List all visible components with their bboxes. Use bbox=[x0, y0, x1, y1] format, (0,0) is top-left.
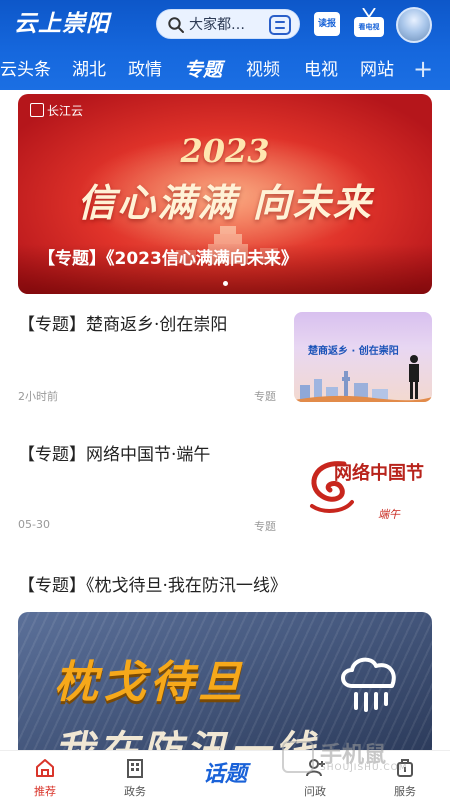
feature-title[interactable]: 【专题】《枕戈待旦·我在防汛一线》 bbox=[18, 573, 287, 599]
feature-image[interactable]: 枕戈待旦 我在防汛一线 bbox=[18, 612, 432, 750]
rain-cloud-icon bbox=[341, 657, 396, 712]
news-time: 05-30 bbox=[18, 518, 50, 531]
banner-year: 2023 bbox=[180, 132, 270, 170]
news-title: 【专题】楚商返乡·创在崇阳 bbox=[18, 315, 228, 335]
app-header: 云上崇阳 大家都… 读报 看电视 云头条 湖北 政情 专题 视频 电视 网站 + bbox=[0, 0, 450, 90]
nav-government[interactable]: 政务 bbox=[100, 751, 170, 800]
nav-label: 推荐 bbox=[34, 785, 56, 798]
nav-label: 政务 bbox=[124, 785, 146, 798]
nav-label: 问政 bbox=[304, 785, 326, 798]
tv-screen: 看电视 bbox=[354, 17, 384, 37]
brand-watermark: 长江云 bbox=[30, 102, 83, 120]
tv-icon[interactable]: 看电视 bbox=[352, 8, 386, 42]
thumbnail-text: 楚商返乡 · 创在崇阳 bbox=[308, 346, 399, 357]
feature-image-title: 枕戈待旦 bbox=[54, 657, 246, 708]
site-watermark: 手机鼠 SHOUJISHU.COM bbox=[282, 735, 432, 785]
feature-image-subtitle: 我在防汛一线 bbox=[54, 718, 318, 750]
home-icon bbox=[36, 759, 54, 777]
news-tag: 专题 bbox=[254, 390, 276, 403]
search-placeholder: 大家都… bbox=[189, 17, 245, 33]
news-tag: 专题 bbox=[254, 520, 276, 533]
thumbnail-subtext: 端午 bbox=[378, 508, 400, 521]
news-title: 【专题】网络中国节·端午 bbox=[18, 445, 211, 465]
app-logo[interactable]: 云上崇阳 bbox=[14, 8, 110, 40]
tab-zhuanti[interactable]: 专题 bbox=[184, 52, 222, 88]
brand-text: 长江云 bbox=[47, 104, 84, 118]
tab-zhengqing[interactable]: 政情 bbox=[128, 52, 162, 88]
news-item[interactable]: 【专题】网络中国节·端午 05-30 专题 网络中国节 端午 bbox=[18, 442, 432, 542]
carousel-dot-active bbox=[222, 281, 228, 286]
nav-topic[interactable]: 话题 bbox=[190, 757, 260, 793]
tab-yuntoutiao[interactable]: 云头条 bbox=[0, 52, 51, 88]
banner-caption-text: 【专题】《2023信心满满向未来》 bbox=[38, 249, 298, 269]
channel-tabs: 云头条 湖北 政情 专题 视频 电视 网站 + bbox=[0, 52, 450, 88]
newspaper-label: 读报 bbox=[317, 19, 336, 29]
tab-hubei[interactable]: 湖北 bbox=[72, 52, 106, 88]
user-avatar[interactable] bbox=[396, 7, 432, 43]
news-item[interactable]: 【专题】楚商返乡·创在崇阳 2小时前 专题 楚商返乡 · 创在崇阳 bbox=[18, 312, 432, 412]
banner-caption: 【专题】《2023信心满满向未来》 bbox=[18, 244, 432, 294]
tab-dianshi[interactable]: 电视 bbox=[304, 52, 338, 88]
news-thumbnail: 楚商返乡 · 创在崇阳 bbox=[294, 312, 432, 402]
watermark-subtext: SHOUJISHU.COM bbox=[320, 763, 408, 773]
thumbnail-text: 网络中国节 bbox=[334, 463, 424, 484]
search-icon bbox=[168, 17, 184, 33]
newspaper-icon[interactable]: 读报 bbox=[314, 12, 340, 36]
news-thumbnail: 网络中国节 端午 bbox=[294, 442, 432, 532]
building-icon bbox=[127, 759, 143, 778]
news-time: 2小时前 bbox=[18, 390, 58, 403]
businessman-figure-icon bbox=[409, 355, 419, 399]
search-bar[interactable]: 大家都… bbox=[156, 9, 300, 39]
menu-scan-icon[interactable] bbox=[269, 15, 291, 35]
feed[interactable]: 长江云 2023 信心满满 向未来 【专题】《2023信心满满向未来》 【专题】… bbox=[0, 90, 450, 750]
add-channel-button[interactable]: + bbox=[413, 52, 433, 88]
carousel-dots bbox=[18, 278, 432, 286]
tv-label: 看电视 bbox=[358, 23, 380, 31]
changjiangyun-logo-icon bbox=[30, 103, 44, 117]
tab-wangzhan[interactable]: 网站 bbox=[360, 52, 394, 88]
banner-slogan: 信心满满 向未来 bbox=[77, 180, 373, 225]
banner-carousel[interactable]: 长江云 2023 信心满满 向未来 【专题】《2023信心满满向未来》 bbox=[18, 94, 432, 294]
watermark-logo-icon bbox=[282, 741, 314, 773]
nav-label: 服务 bbox=[394, 785, 416, 798]
tab-shipin[interactable]: 视频 bbox=[246, 52, 280, 88]
nav-recommend[interactable]: 推荐 bbox=[10, 751, 80, 800]
